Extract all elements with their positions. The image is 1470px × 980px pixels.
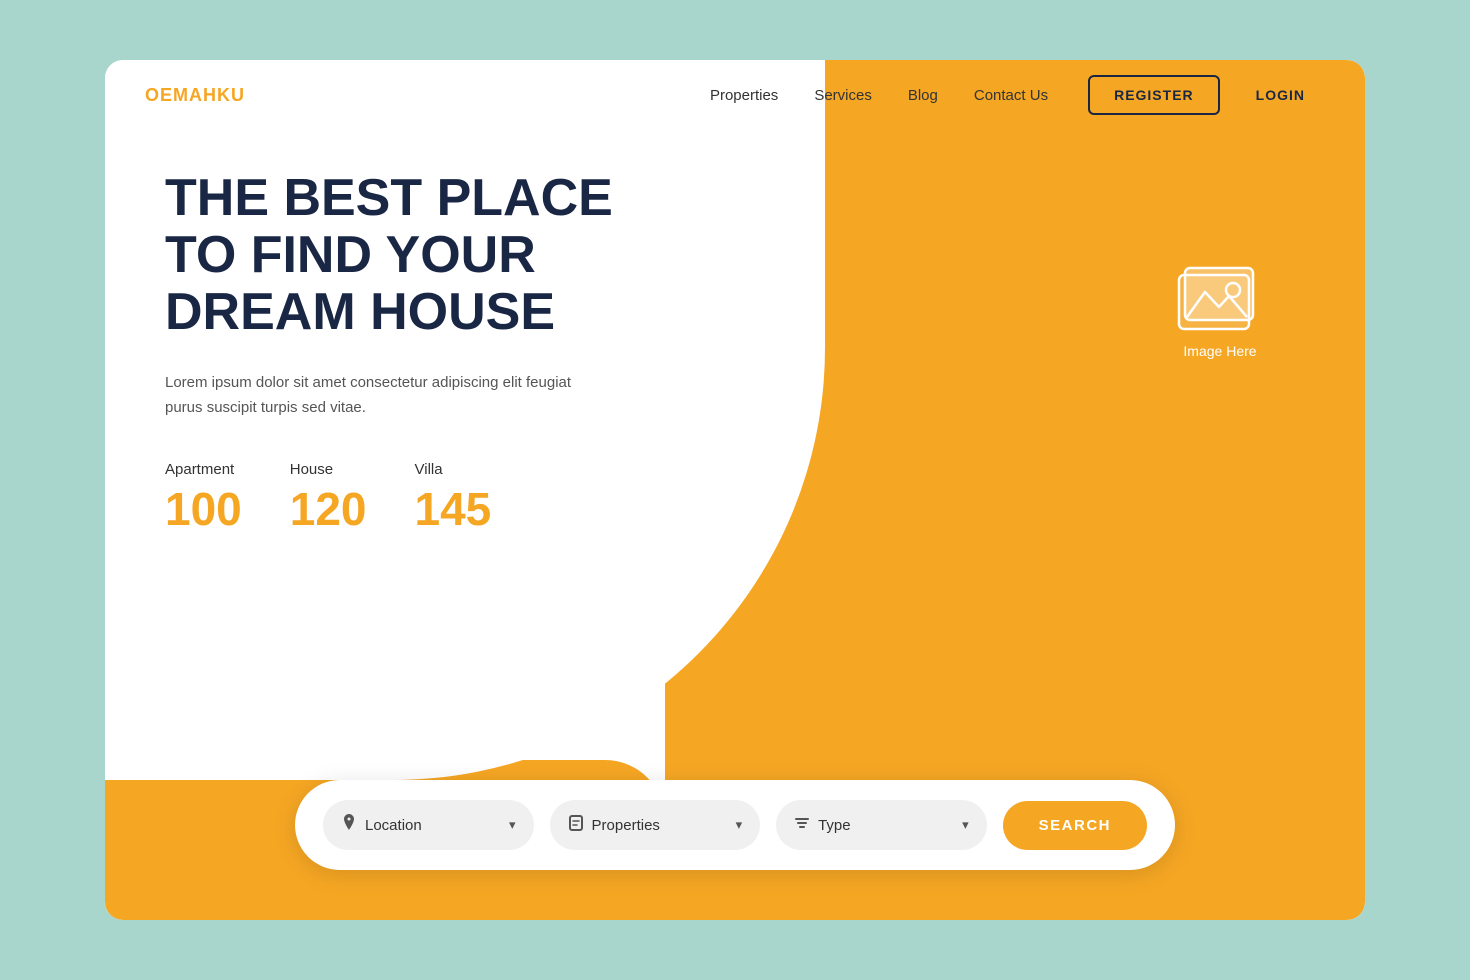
image-icon bbox=[1175, 260, 1265, 335]
location-chevron-icon: ▾ bbox=[509, 817, 516, 833]
logo: OEMAHKU bbox=[145, 85, 245, 106]
type-dropdown[interactable]: Type ▾ bbox=[776, 800, 987, 850]
nav-properties[interactable]: Properties bbox=[710, 87, 778, 104]
nav-links: Properties Services Blog Contact Us bbox=[710, 87, 1048, 104]
hero-title: THE BEST PLACE TO FIND YOUR DREAM HOUSE bbox=[165, 170, 613, 342]
stat-apartment-label: Apartment bbox=[165, 461, 242, 478]
type-icon bbox=[794, 814, 810, 836]
login-button[interactable]: LOGIN bbox=[1236, 77, 1325, 113]
register-button[interactable]: REGISTER bbox=[1088, 75, 1220, 115]
properties-dropdown[interactable]: Properties ▾ bbox=[550, 800, 761, 850]
stats-row: Apartment 100 House 120 Villa 145 bbox=[165, 461, 613, 536]
stat-house-number: 120 bbox=[290, 482, 367, 536]
nav-contact[interactable]: Contact Us bbox=[974, 87, 1048, 104]
search-container: Location ▾ Properties ▾ Type ▾ bbox=[295, 780, 1175, 870]
location-label: Location bbox=[365, 817, 501, 834]
stat-house: House 120 bbox=[290, 461, 367, 536]
stat-apartment: Apartment 100 bbox=[165, 461, 242, 536]
page-container: OEMAHKU Properties Services Blog Contact… bbox=[105, 60, 1365, 920]
properties-chevron-icon: ▾ bbox=[736, 817, 743, 833]
navbar: OEMAHKU Properties Services Blog Contact… bbox=[105, 60, 1365, 130]
type-chevron-icon: ▾ bbox=[962, 817, 969, 833]
stat-apartment-number: 100 bbox=[165, 482, 242, 536]
stat-house-label: House bbox=[290, 461, 367, 478]
location-icon bbox=[341, 814, 357, 836]
image-label: Image Here bbox=[1183, 343, 1256, 359]
nav-services[interactable]: Services bbox=[814, 87, 872, 104]
search-button[interactable]: SEARCH bbox=[1003, 801, 1147, 850]
nav-buttons: REGISTER LOGIN bbox=[1088, 75, 1325, 115]
image-placeholder: Image Here bbox=[1175, 260, 1265, 359]
properties-icon bbox=[568, 814, 584, 836]
type-label: Type bbox=[818, 817, 954, 834]
hero-description: Lorem ipsum dolor sit amet consectetur a… bbox=[165, 370, 585, 421]
hero-content: THE BEST PLACE TO FIND YOUR DREAM HOUSE … bbox=[165, 170, 613, 536]
location-dropdown[interactable]: Location ▾ bbox=[323, 800, 534, 850]
stat-villa-number: 145 bbox=[415, 482, 492, 536]
stat-villa: Villa 145 bbox=[415, 461, 492, 536]
properties-label: Properties bbox=[592, 817, 728, 834]
nav-blog[interactable]: Blog bbox=[908, 87, 938, 104]
stat-villa-label: Villa bbox=[415, 461, 492, 478]
